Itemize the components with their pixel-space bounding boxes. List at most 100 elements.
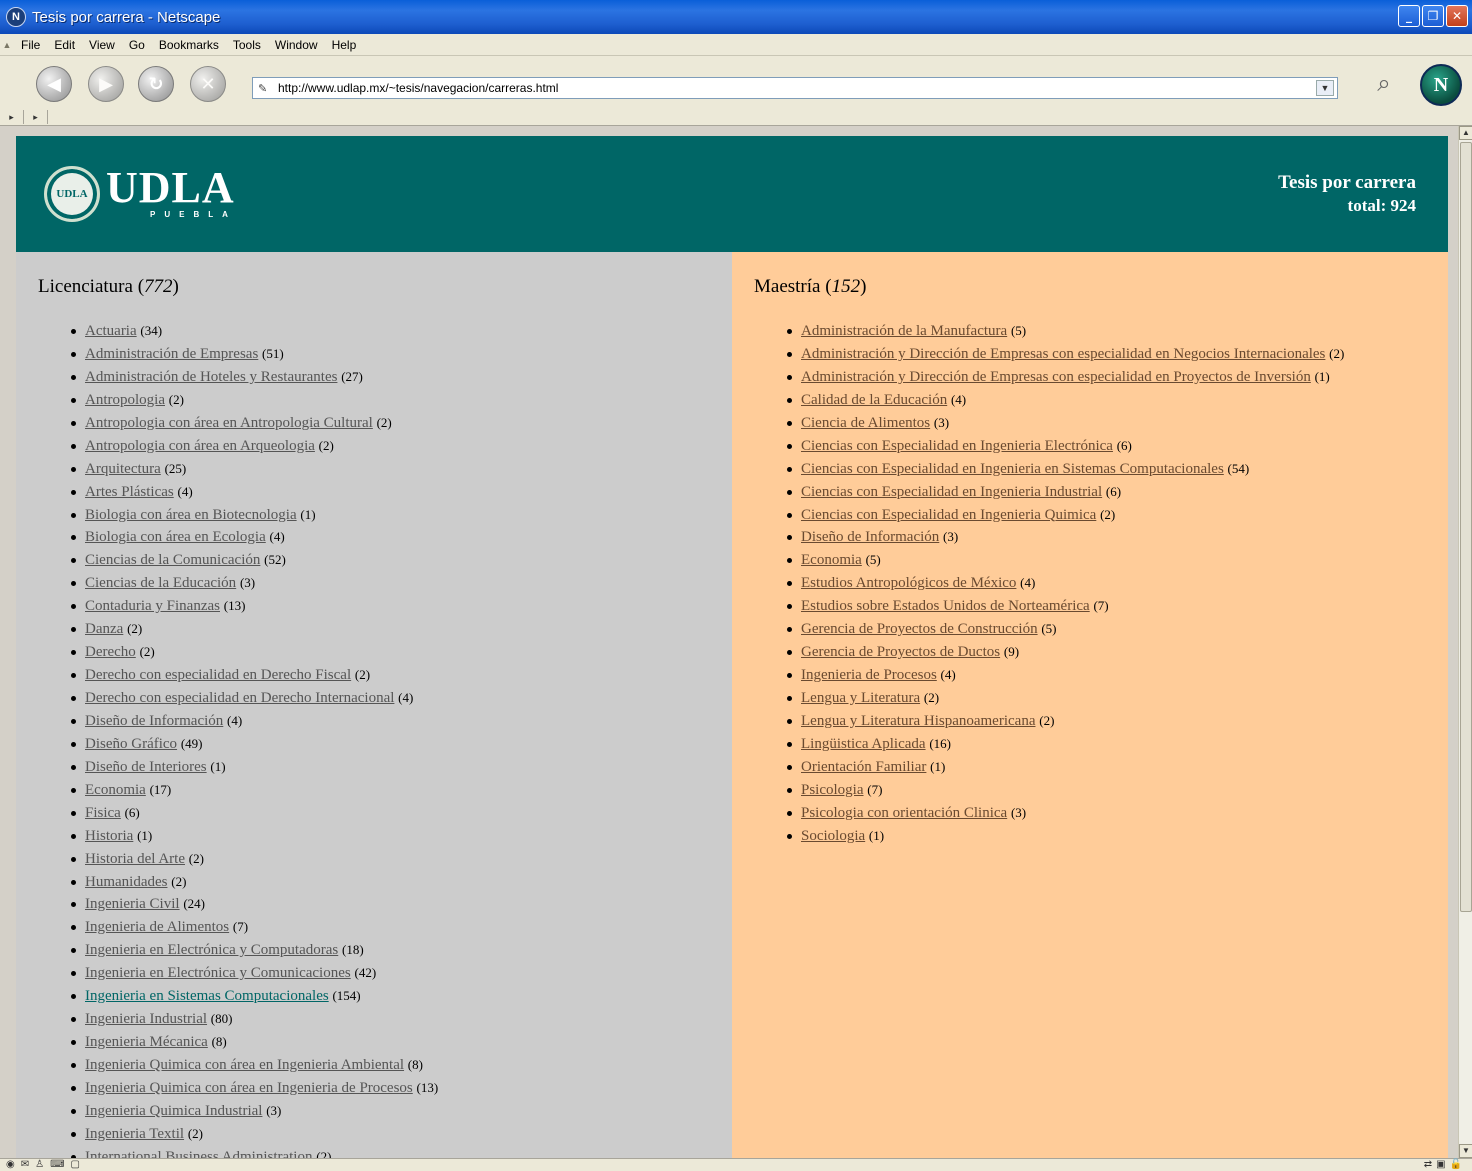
back-button[interactable]: ◀ [36, 66, 72, 102]
menu-go[interactable]: Go [122, 38, 152, 52]
search-icon: ⌕ [1377, 70, 1391, 97]
program-link[interactable]: Lengua y Literatura [801, 690, 920, 706]
program-link[interactable]: Artes Plásticas [85, 484, 174, 500]
program-link[interactable]: Ciencias con Especialidad en Ingenieria … [801, 484, 1102, 500]
list-item: International Business Administration (2… [70, 1146, 438, 1158]
program-link[interactable]: Ingenieria de Alimentos [85, 919, 229, 935]
program-link[interactable]: Antropologia con área en Arqueologia [85, 438, 315, 454]
program-link[interactable]: Orientación Familiar [801, 759, 926, 775]
menu-file[interactable]: File [14, 38, 47, 52]
program-link[interactable]: Danza [85, 621, 123, 637]
program-link[interactable]: Ciencias de la Comunicación [85, 552, 260, 568]
program-link[interactable]: Derecho con especialidad en Derecho Inte… [85, 690, 394, 706]
scroll-thumb[interactable] [1460, 142, 1472, 912]
program-link[interactable]: Actuaria [85, 323, 137, 339]
maximize-button[interactable]: ❐ [1422, 5, 1444, 27]
program-link[interactable]: Diseño de Información [801, 529, 939, 545]
list-item: Ciencias con Especialidad en Ingenieria … [786, 435, 1344, 458]
program-link[interactable]: Administración y Dirección de Empresas c… [801, 369, 1311, 385]
program-link[interactable]: Ciencias con Especialidad en Ingenieria … [801, 438, 1113, 454]
program-link[interactable]: Fisica [85, 805, 121, 821]
program-link[interactable]: Ciencias de la Educación [85, 575, 236, 591]
thesis-count: (17) [149, 781, 172, 797]
close-button[interactable]: ✕ [1446, 5, 1468, 27]
menu-window[interactable]: Window [268, 38, 325, 52]
netscape-throbber-icon[interactable]: N [1420, 64, 1462, 106]
program-link[interactable]: Economia [801, 552, 862, 568]
program-link[interactable]: Diseño de Interiores [85, 759, 207, 775]
program-link[interactable]: Ingenieria Industrial [85, 1011, 207, 1027]
program-link[interactable]: Psicologia [801, 782, 864, 798]
program-link[interactable]: Lengua y Literatura Hispanoamericana [801, 713, 1035, 729]
reload-button[interactable]: ↻ [138, 66, 174, 102]
program-link[interactable]: Humanidades [85, 874, 167, 890]
program-link[interactable]: Administración y Dirección de Empresas c… [801, 346, 1325, 362]
maestria-list: Administración de la Manufactura (5) Admi… [786, 320, 1344, 848]
program-link[interactable]: Biologia con área en Biotecnologia [85, 507, 297, 523]
program-link[interactable]: Historia [85, 828, 133, 844]
program-link[interactable]: Diseño Gráfico [85, 736, 177, 752]
menu-view[interactable]: View [82, 38, 122, 52]
netscape-app-icon[interactable]: N [6, 7, 26, 27]
forward-button[interactable]: ▶ [88, 66, 124, 102]
program-link[interactable]: Ingenieria de Procesos [801, 667, 937, 683]
program-link[interactable]: Estudios sobre Estados Unidos de Norteam… [801, 598, 1090, 614]
component-bar-icons[interactable]: ◉✉♙⌨▢ [6, 1159, 86, 1170]
program-link[interactable]: Ingenieria Quimica Industrial [85, 1103, 262, 1119]
program-link[interactable]: Ingenieria Textil [85, 1126, 184, 1142]
program-link[interactable]: Estudios Antropológicos de México [801, 575, 1016, 591]
program-link[interactable]: International Business Administration [85, 1149, 312, 1158]
program-link[interactable]: Gerencia de Proyectos de Ductos [801, 644, 1000, 660]
stop-button[interactable]: ✕ [190, 66, 226, 102]
menu-tools[interactable]: Tools [226, 38, 268, 52]
program-link[interactable]: Ingenieria Mécanica [85, 1034, 208, 1050]
window-titlebar: N Tesis por carrera - Netscape _ ❐ ✕ [0, 0, 1472, 34]
scroll-down-icon[interactable]: ▼ [1459, 1144, 1472, 1158]
page-proxy-icon[interactable]: ✎ [258, 82, 274, 95]
program-link[interactable]: Administración de Empresas [85, 346, 258, 362]
address-dropdown-icon[interactable]: ▼ [1316, 80, 1334, 96]
program-link[interactable]: Calidad de la Educación [801, 392, 947, 408]
address-bar[interactable]: ✎ http://www.udlap.mx/~tesis/navegacion/… [252, 77, 1338, 99]
program-link[interactable]: Ingenieria Civil [85, 896, 180, 912]
menu-bookmarks[interactable]: Bookmarks [152, 38, 226, 52]
program-link[interactable]: Sociologia [801, 828, 865, 844]
vertical-scrollbar[interactable]: ▲ ▼ [1458, 126, 1472, 1158]
thesis-count: (51) [262, 345, 284, 361]
program-link[interactable]: Antropologia con área en Antropologia Cu… [85, 415, 373, 431]
program-link[interactable]: Administración de la Manufactura [801, 323, 1007, 339]
program-link[interactable]: Ciencia de Alimentos [801, 415, 930, 431]
program-link[interactable]: Economia [85, 782, 146, 798]
program-link[interactable]: Arquitectura [85, 461, 161, 477]
menu-edit[interactable]: Edit [47, 38, 82, 52]
toolbar-grip-icon[interactable]: ▲ [0, 40, 14, 50]
menu-help[interactable]: Help [325, 38, 364, 52]
security-status-icons[interactable]: ⇄▣🔓 [1424, 1159, 1466, 1170]
program-link[interactable]: Gerencia de Proyectos de Construcción [801, 621, 1038, 637]
collapse-toolbar-icon-2[interactable]: ▸ [24, 110, 48, 124]
program-link[interactable]: Derecho con especialidad en Derecho Fisc… [85, 667, 351, 683]
address-input[interactable]: http://www.udlap.mx/~tesis/navegacion/ca… [278, 81, 1316, 95]
program-link[interactable]: Antropologia [85, 392, 165, 408]
udla-logo[interactable]: UDLA UDLA PUEBLA [44, 166, 237, 222]
program-link[interactable]: Psicologia con orientación Clinica [801, 805, 1007, 821]
scroll-up-icon[interactable]: ▲ [1459, 126, 1472, 140]
program-link[interactable]: Ciencias con Especialidad en Ingenieria … [801, 507, 1096, 523]
minimize-button[interactable]: _ [1398, 5, 1420, 27]
program-link[interactable]: Ingenieria en Electrónica y Computadoras [85, 942, 338, 958]
program-link[interactable]: Ciencias con Especialidad en Ingenieria … [801, 461, 1224, 477]
program-link[interactable]: Ingenieria Quimica con área en Ingenieri… [85, 1080, 413, 1096]
program-link[interactable]: Contaduria y Finanzas [85, 598, 220, 614]
program-link[interactable]: Historia del Arte [85, 851, 185, 867]
collapse-toolbar-icon[interactable]: ▸ [0, 110, 24, 124]
program-link[interactable]: Ingenieria en Electrónica y Comunicacion… [85, 965, 351, 981]
program-link[interactable]: Derecho [85, 644, 136, 660]
program-link[interactable]: Diseño de Información [85, 713, 223, 729]
search-button[interactable]: ⌕ [1362, 64, 1406, 104]
program-link[interactable]: Lingüistica Aplicada [801, 736, 926, 752]
program-link[interactable]: Biologia con área en Ecologia [85, 529, 266, 545]
program-link[interactable]: Ingenieria Quimica con área en Ingenieri… [85, 1057, 404, 1073]
program-link[interactable]: Ingenieria en Sistemas Computacionales [85, 988, 329, 1004]
program-link[interactable]: Administración de Hoteles y Restaurantes [85, 369, 337, 385]
thesis-count: (4) [269, 529, 285, 545]
